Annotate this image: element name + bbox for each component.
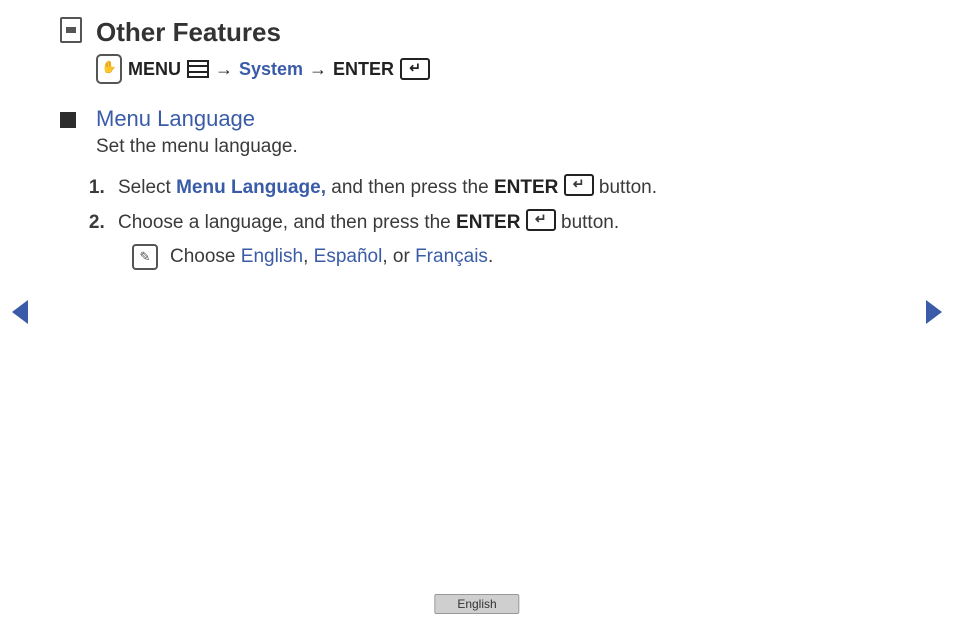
step-text: button. (556, 212, 619, 233)
language-espanol: Español (314, 246, 383, 267)
step-text: and then press the (326, 177, 494, 198)
step-text: button. (594, 177, 657, 198)
enter-icon (526, 209, 556, 231)
arrow-icon: → (309, 59, 327, 80)
menu-language-link: Menu Language, (176, 177, 326, 198)
enter-label: ENTER (333, 59, 394, 80)
menu-icon (187, 60, 209, 78)
breadcrumb: ✋ MENU → System → ENTER (96, 54, 894, 84)
note-text: Choose English, Español, or Français. (170, 246, 493, 268)
footer-language-button[interactable]: English (434, 594, 519, 614)
prev-page-button[interactable] (12, 300, 28, 324)
arrow-icon: → (215, 59, 233, 80)
note-row: ✎ Choose English, Español, or Français. (132, 244, 894, 270)
square-bullet-icon (60, 112, 76, 128)
note-sep: , (303, 246, 314, 267)
step-2: Choose a language, and then press the EN… (110, 209, 894, 234)
section-title: Menu Language (96, 106, 255, 132)
note-suffix: . (488, 246, 493, 267)
enter-label: ENTER (456, 212, 520, 233)
breadcrumb-system: System (239, 59, 303, 80)
language-francais: Français (415, 246, 488, 267)
section-description: Set the menu language. (96, 136, 894, 158)
step-1: Select Menu Language, and then press the… (110, 174, 894, 199)
step-text: Select (118, 177, 176, 198)
next-page-button[interactable] (926, 300, 942, 324)
note-sep: , or (382, 246, 415, 267)
note-icon: ✎ (132, 244, 158, 270)
enter-label: ENTER (494, 177, 558, 198)
language-english: English (241, 246, 303, 267)
menu-label: MENU (128, 59, 181, 80)
bookmark-icon (60, 17, 82, 43)
remote-icon: ✋ (96, 54, 122, 84)
enter-icon (400, 58, 430, 80)
step-text: Choose a language, and then press the (118, 212, 456, 233)
enter-icon (564, 174, 594, 196)
note-prefix: Choose (170, 246, 241, 267)
page-title: Other Features (96, 17, 281, 48)
